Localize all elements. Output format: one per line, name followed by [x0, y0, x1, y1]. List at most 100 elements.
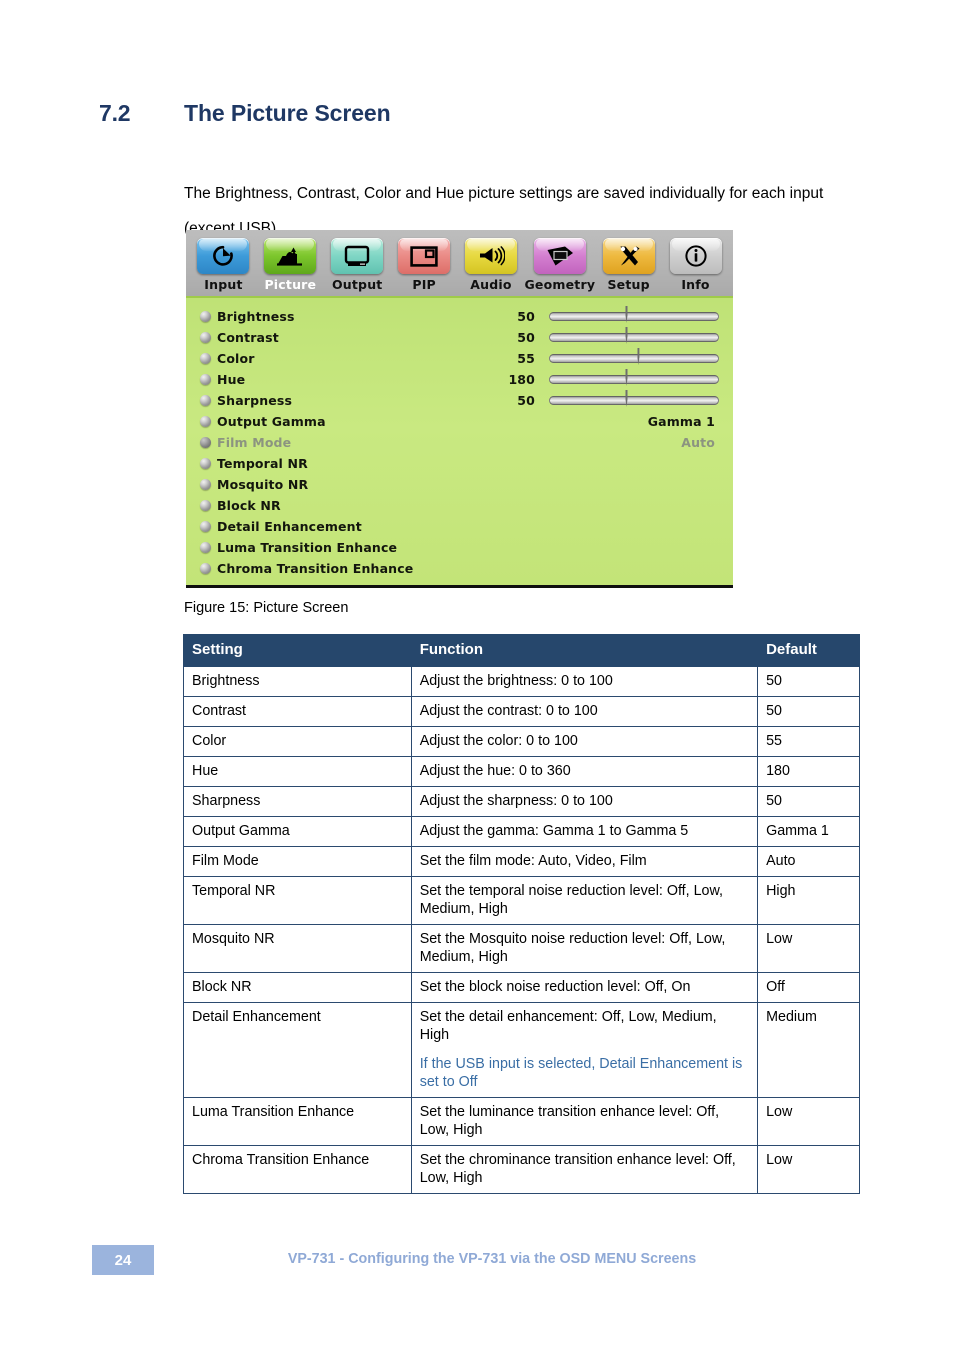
- osd-slider[interactable]: [549, 348, 719, 365]
- osd-slider-thumb[interactable]: [625, 306, 643, 326]
- setup-icon[interactable]: [602, 238, 655, 274]
- osd-tab-picture[interactable]: Picture: [257, 235, 324, 292]
- osd-menu-item[interactable]: Film Mode Auto: [200, 432, 721, 453]
- osd-menu-item[interactable]: Sharpness 50: [200, 390, 721, 411]
- audio-icon[interactable]: [465, 238, 517, 274]
- osd-menu-item[interactable]: Contrast 50: [200, 327, 721, 348]
- table-row: Color Adjust the color: 0 to 100 55: [183, 726, 860, 757]
- osd-menu-item[interactable]: Temporal NR: [200, 453, 721, 474]
- bullet-icon: [200, 395, 211, 406]
- table-cell-default: High: [757, 876, 860, 925]
- osd-tab-audio[interactable]: Audio: [458, 235, 525, 292]
- osd-item-label: Temporal NR: [217, 456, 308, 471]
- osd-tab-label: Info: [681, 277, 710, 292]
- table-cell-setting: Temporal NR: [183, 876, 412, 925]
- table-cell-function-text: Set the luminance transition enhance lev…: [419, 1104, 720, 1138]
- table-row: Temporal NR Set the temporal noise reduct…: [183, 876, 860, 925]
- table-cell-setting: Contrast: [183, 696, 412, 727]
- table-cell-function-text: Set the temporal noise reduction level: …: [419, 883, 724, 917]
- osd-tab-info[interactable]: Info: [662, 235, 729, 292]
- pip-icon[interactable]: [398, 238, 451, 274]
- table-cell-function: Adjust the contrast: 0 to 100: [410, 696, 759, 727]
- geometry-icon[interactable]: [533, 238, 586, 274]
- osd-menu-item[interactable]: Brightness 50: [200, 306, 721, 327]
- osd-screenshot: Input Picture Output PIP Audio Geometry Setup I…: [186, 230, 733, 588]
- table-row: Mosquito NR Set the Mosquito noise reduct…: [183, 924, 860, 973]
- table-row: Brightness Adjust the brightness: 0 to 10…: [183, 666, 860, 697]
- osd-item-label: Block NR: [217, 498, 281, 513]
- osd-slider[interactable]: [549, 327, 719, 344]
- osd-slider-thumb[interactable]: [625, 369, 643, 389]
- table-cell-default: Low: [757, 1097, 860, 1146]
- osd-item-value: 180: [508, 372, 535, 387]
- osd-menu-item[interactable]: Hue 180: [200, 369, 721, 390]
- table-cell-setting: Block NR: [183, 972, 412, 1003]
- osd-menu-item[interactable]: Chroma Transition Enhance: [200, 558, 721, 579]
- table-cell-function: Adjust the brightness: 0 to 100: [410, 666, 759, 697]
- table-cell-default: 55: [757, 726, 860, 757]
- osd-item-value: 55: [517, 351, 535, 366]
- osd-tab-label: Audio: [470, 277, 512, 292]
- table-cell-function: Adjust the gamma: Gamma 1 to Gamma 5: [410, 816, 759, 847]
- osd-menu-item[interactable]: Mosquito NR: [200, 474, 721, 495]
- osd-tab-geometry[interactable]: Geometry: [524, 235, 595, 292]
- osd-item-value: 50: [517, 309, 535, 324]
- table-cell-setting: Hue: [183, 756, 412, 787]
- info-icon[interactable]: [669, 238, 722, 274]
- bullet-icon: [200, 332, 211, 343]
- osd-tab-output[interactable]: Output: [324, 235, 391, 292]
- osd-menu-item[interactable]: Block NR: [200, 495, 721, 516]
- osd-slider[interactable]: [549, 306, 719, 323]
- table-cell-function-text: Adjust the brightness: 0 to 100: [419, 673, 613, 689]
- table-row: Detail Enhancement Set the detail enhance…: [183, 1002, 860, 1098]
- table-cell-function-text: Set the chrominance transition enhance l…: [419, 1152, 736, 1186]
- table-cell-function-text: Set the detail enhancement: Off, Low, Me…: [419, 1009, 717, 1043]
- osd-tab-label: Picture: [264, 277, 317, 292]
- column-header-default: Default: [757, 634, 860, 667]
- osd-item-value: Gamma 1: [647, 414, 715, 429]
- picture-icon[interactable]: [264, 238, 317, 274]
- table-cell-function-text: Adjust the hue: 0 to 360: [419, 763, 571, 779]
- osd-item-label: Color: [217, 351, 255, 366]
- osd-tab-input[interactable]: Input: [190, 235, 257, 292]
- osd-slider-thumb[interactable]: [637, 348, 654, 368]
- osd-item-label: Contrast: [217, 330, 279, 345]
- osd-slider[interactable]: [549, 390, 719, 407]
- osd-item-label: Hue: [217, 372, 246, 387]
- table-cell-setting: Detail Enhancement: [183, 1002, 412, 1098]
- table-cell-function: Set the block noise reduction level: Off…: [410, 972, 759, 1003]
- osd-menu-item[interactable]: Detail Enhancement: [200, 516, 721, 537]
- osd-menu-list: Brightness 50 Contrast 50 Color 55 Hue 180 Sharp…: [186, 298, 733, 585]
- osd-toolbar: Input Picture Output PIP Audio Geometry Setup I…: [186, 230, 733, 298]
- input-icon[interactable]: [197, 238, 250, 274]
- table-row: Luma Transition Enhance Set the luminance…: [183, 1097, 860, 1146]
- osd-menu-item[interactable]: Color 55: [200, 348, 721, 369]
- table-cell-default: 50: [757, 666, 860, 697]
- bullet-icon: [200, 311, 211, 322]
- table-cell-setting: Film Mode: [183, 846, 412, 877]
- settings-table: Setting Function Default Brightness Adjus…: [183, 634, 860, 1194]
- osd-slider[interactable]: [549, 369, 719, 386]
- table-cell-function: Set the temporal noise reduction level: …: [410, 876, 759, 925]
- osd-tab-label: Input: [204, 277, 243, 292]
- footer-title: VP-731 - Configuring the VP-731 via the …: [287, 1251, 697, 1267]
- table-cell-function-text: Set the film mode: Auto, Video, Film: [419, 853, 647, 869]
- table-cell-function-text: Set the block noise reduction level: Off…: [419, 979, 691, 995]
- osd-menu-item[interactable]: Output Gamma Gamma 1: [200, 411, 721, 432]
- figure-caption: Figure 15: Picture Screen: [184, 600, 349, 616]
- osd-slider-thumb[interactable]: [625, 390, 643, 410]
- osd-menu-item[interactable]: Luma Transition Enhance: [200, 537, 721, 558]
- column-header-setting: Setting: [183, 634, 412, 667]
- osd-tab-pip[interactable]: PIP: [391, 235, 458, 292]
- table-cell-default: Auto: [757, 846, 860, 877]
- bullet-icon: [200, 479, 211, 490]
- table-cell-function: Adjust the color: 0 to 100: [410, 726, 759, 757]
- table-cell-default: 180: [757, 756, 860, 787]
- table-row: Hue Adjust the hue: 0 to 360 180: [183, 756, 860, 787]
- output-icon[interactable]: [331, 238, 384, 274]
- osd-slider-thumb[interactable]: [625, 327, 643, 347]
- osd-tab-setup[interactable]: Setup: [595, 235, 662, 292]
- table-row: Sharpness Adjust the sharpness: 0 to 100 5…: [183, 786, 860, 817]
- section-number: 7.2: [99, 100, 131, 126]
- osd-item-value: 50: [517, 330, 535, 345]
